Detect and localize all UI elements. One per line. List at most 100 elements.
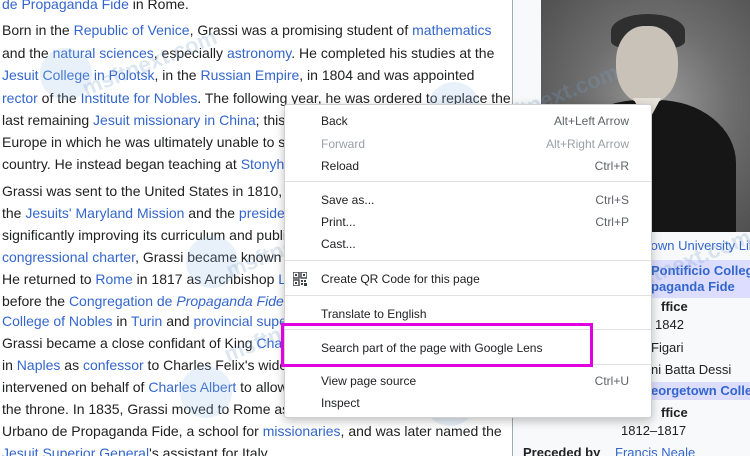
article-line: intervened on behalf of Charles Albert t…	[2, 377, 288, 397]
article-link[interactable]: Jesuit Superior General	[2, 445, 149, 456]
infobox-preceded-by-label: Preceded by	[523, 445, 601, 456]
article-text: and the	[184, 205, 239, 221]
article-link[interactable]: College of Nobles	[2, 313, 113, 329]
article-text: the throne. In 1835, Grassi moved to Rom…	[2, 401, 290, 417]
article-link[interactable]: Rome	[95, 271, 132, 287]
article-text: and	[162, 313, 194, 329]
article-link[interactable]: Naples	[17, 357, 61, 373]
article-line: Jesuit College in Polotsk, in the Russia…	[2, 65, 474, 85]
article-text: Born in the	[2, 22, 74, 38]
article-text: ; this	[255, 112, 286, 128]
article-text: to Charles Felix's wido	[143, 357, 288, 373]
menu-separator	[285, 295, 651, 296]
article-link[interactable]: natural sciences	[53, 45, 154, 61]
article-text: country. He instead began teaching at	[2, 156, 241, 172]
article-line: congressional charter, Grassi became kno…	[2, 247, 293, 267]
article-link[interactable]: Turin	[131, 313, 162, 329]
menu-item-save-as[interactable]: Save as... Ctrl+S	[285, 189, 651, 211]
context-menu: Back Alt+Left Arrow Forward Alt+Right Ar…	[284, 104, 652, 418]
menu-item-translate[interactable]: Translate to English	[285, 303, 651, 325]
article-line: Jesuit Superior General's assistant for …	[2, 443, 271, 456]
article-text: and the	[2, 45, 53, 61]
article-text: to allow	[236, 379, 288, 395]
menu-item-forward[interactable]: Forward Alt+Right Arrow	[285, 133, 651, 155]
article-line: Urbano de Propaganda Fide, a school for …	[2, 421, 502, 441]
article-line: and the natural sciences, especially ast…	[2, 43, 494, 63]
menu-item-view-page-source[interactable]: View page source Ctrl+U	[285, 370, 651, 392]
menu-item-back[interactable]: Back Alt+Left Arrow	[285, 110, 651, 132]
article-text: , in the	[154, 67, 201, 83]
article-text: in	[112, 313, 131, 329]
article-line: Born in the Republic of Venice, Grassi w…	[2, 20, 491, 40]
menu-separator	[285, 181, 651, 182]
article-link[interactable]: Russian Empire	[200, 67, 299, 83]
infobox-preceded-by-value[interactable]: Francis Neale	[615, 444, 695, 456]
article-link[interactable]: presider	[239, 205, 290, 221]
article-link[interactable]: Republic of Venice	[74, 22, 190, 38]
article-text: intervened on behalf of	[2, 379, 149, 395]
menu-item-inspect[interactable]: Inspect	[285, 392, 651, 414]
article-line: the throne. In 1835, Grassi moved to Rom…	[2, 399, 289, 419]
article-link[interactable]: Institute for Nobles	[81, 90, 198, 106]
article-text: , Grassi became known a	[135, 249, 294, 265]
article-text: before the	[2, 293, 69, 309]
article-link[interactable]: Jesuit College in Polotsk	[2, 67, 155, 83]
article-text: last remaining	[2, 112, 94, 128]
article-text: as	[60, 357, 83, 373]
article-text: Grassi became a close confidant of King	[2, 335, 257, 351]
article-link[interactable]: congressional charter	[2, 249, 135, 265]
article-link[interactable]: Propaganda Fide	[176, 293, 283, 309]
article-text: 's assistant for Italy.	[149, 445, 271, 456]
article-text: He returned to	[2, 271, 96, 287]
infobox-office-label-2: ffice	[661, 405, 688, 420]
article-line: de Propaganda Fide in Rome.	[2, 0, 189, 14]
article-link[interactable]: Charles Albert	[148, 379, 236, 395]
infobox-successor: ni Batta Dessi	[651, 362, 732, 377]
article-line: the Jesuits' Maryland Mission and the pr…	[2, 203, 290, 223]
article-link[interactable]: missionaries	[263, 423, 341, 439]
article-text: , Grassi was a promising student of	[189, 22, 413, 38]
menu-item-reload[interactable]: Reload Ctrl+R	[285, 155, 651, 177]
article-text: Europe in which he was ultimately unable…	[2, 134, 294, 150]
article-text: Urbano de Propaganda Fide, a school for	[2, 423, 263, 439]
article-link[interactable]: de Propaganda Fide	[2, 0, 129, 12]
article-text: in	[2, 357, 17, 373]
infobox-office-years: 1842	[655, 317, 684, 332]
menu-item-cast[interactable]: Cast...	[285, 233, 651, 255]
article-text: the	[2, 205, 26, 221]
article-text: , especially	[153, 45, 227, 61]
highlight-box	[281, 323, 593, 367]
article-link[interactable]: mathematics	[412, 22, 491, 38]
qr-code-icon	[293, 272, 307, 286]
article-link[interactable]: Jesuits' Maryland Mission	[25, 205, 184, 221]
article-line: Grassi became a close confidant of King …	[2, 333, 287, 353]
infobox-institution-line2[interactable]: paganda Fide	[651, 278, 735, 296]
article-line: significantly improving its curriculum a…	[2, 225, 293, 245]
article-link[interactable]: Congregation de	[69, 293, 176, 309]
article-text: , and was later named the	[340, 423, 502, 439]
article-line: He returned to Rome in 1817 as Archbisho…	[2, 269, 294, 289]
infobox-institution2[interactable]: eorgetown College	[651, 382, 750, 400]
article-link[interactable]: confessor	[83, 357, 144, 373]
article-link[interactable]: rector	[2, 90, 38, 106]
article-line: Europe in which he was ultimately unable…	[2, 132, 293, 152]
article-line: Grassi was sent to the United States in …	[2, 181, 282, 201]
infobox-office-label: ffice	[661, 299, 688, 314]
menu-item-create-qr-code[interactable]: Create QR Code for this page	[285, 268, 651, 290]
article-text: , in 1804 and was appointed	[299, 67, 475, 83]
article-text: Grassi was sent to the United States in …	[2, 183, 283, 199]
article-line: country. He instead began teaching at St…	[2, 154, 292, 174]
article-link[interactable]: Jesuit missionary in China	[93, 112, 256, 128]
menu-item-print[interactable]: Print... Ctrl+P	[285, 211, 651, 233]
article-link[interactable]: provincial supe	[193, 313, 286, 329]
article-text: in Rome.	[128, 0, 189, 12]
article-text: . He completed his studies at the	[291, 45, 495, 61]
infobox-predecessor: Figari	[651, 340, 684, 355]
article-line: last remaining Jesuit missionary in Chin…	[2, 110, 285, 130]
infobox-caption[interactable]: town University Libr	[647, 237, 750, 255]
article-link[interactable]: astronomy	[227, 45, 291, 61]
article-line: in Naples as confessor to Charles Felix'…	[2, 355, 287, 375]
menu-separator	[285, 260, 651, 261]
article-text: in 1817 as Archbishop	[132, 271, 279, 287]
article-text: of the	[37, 90, 81, 106]
